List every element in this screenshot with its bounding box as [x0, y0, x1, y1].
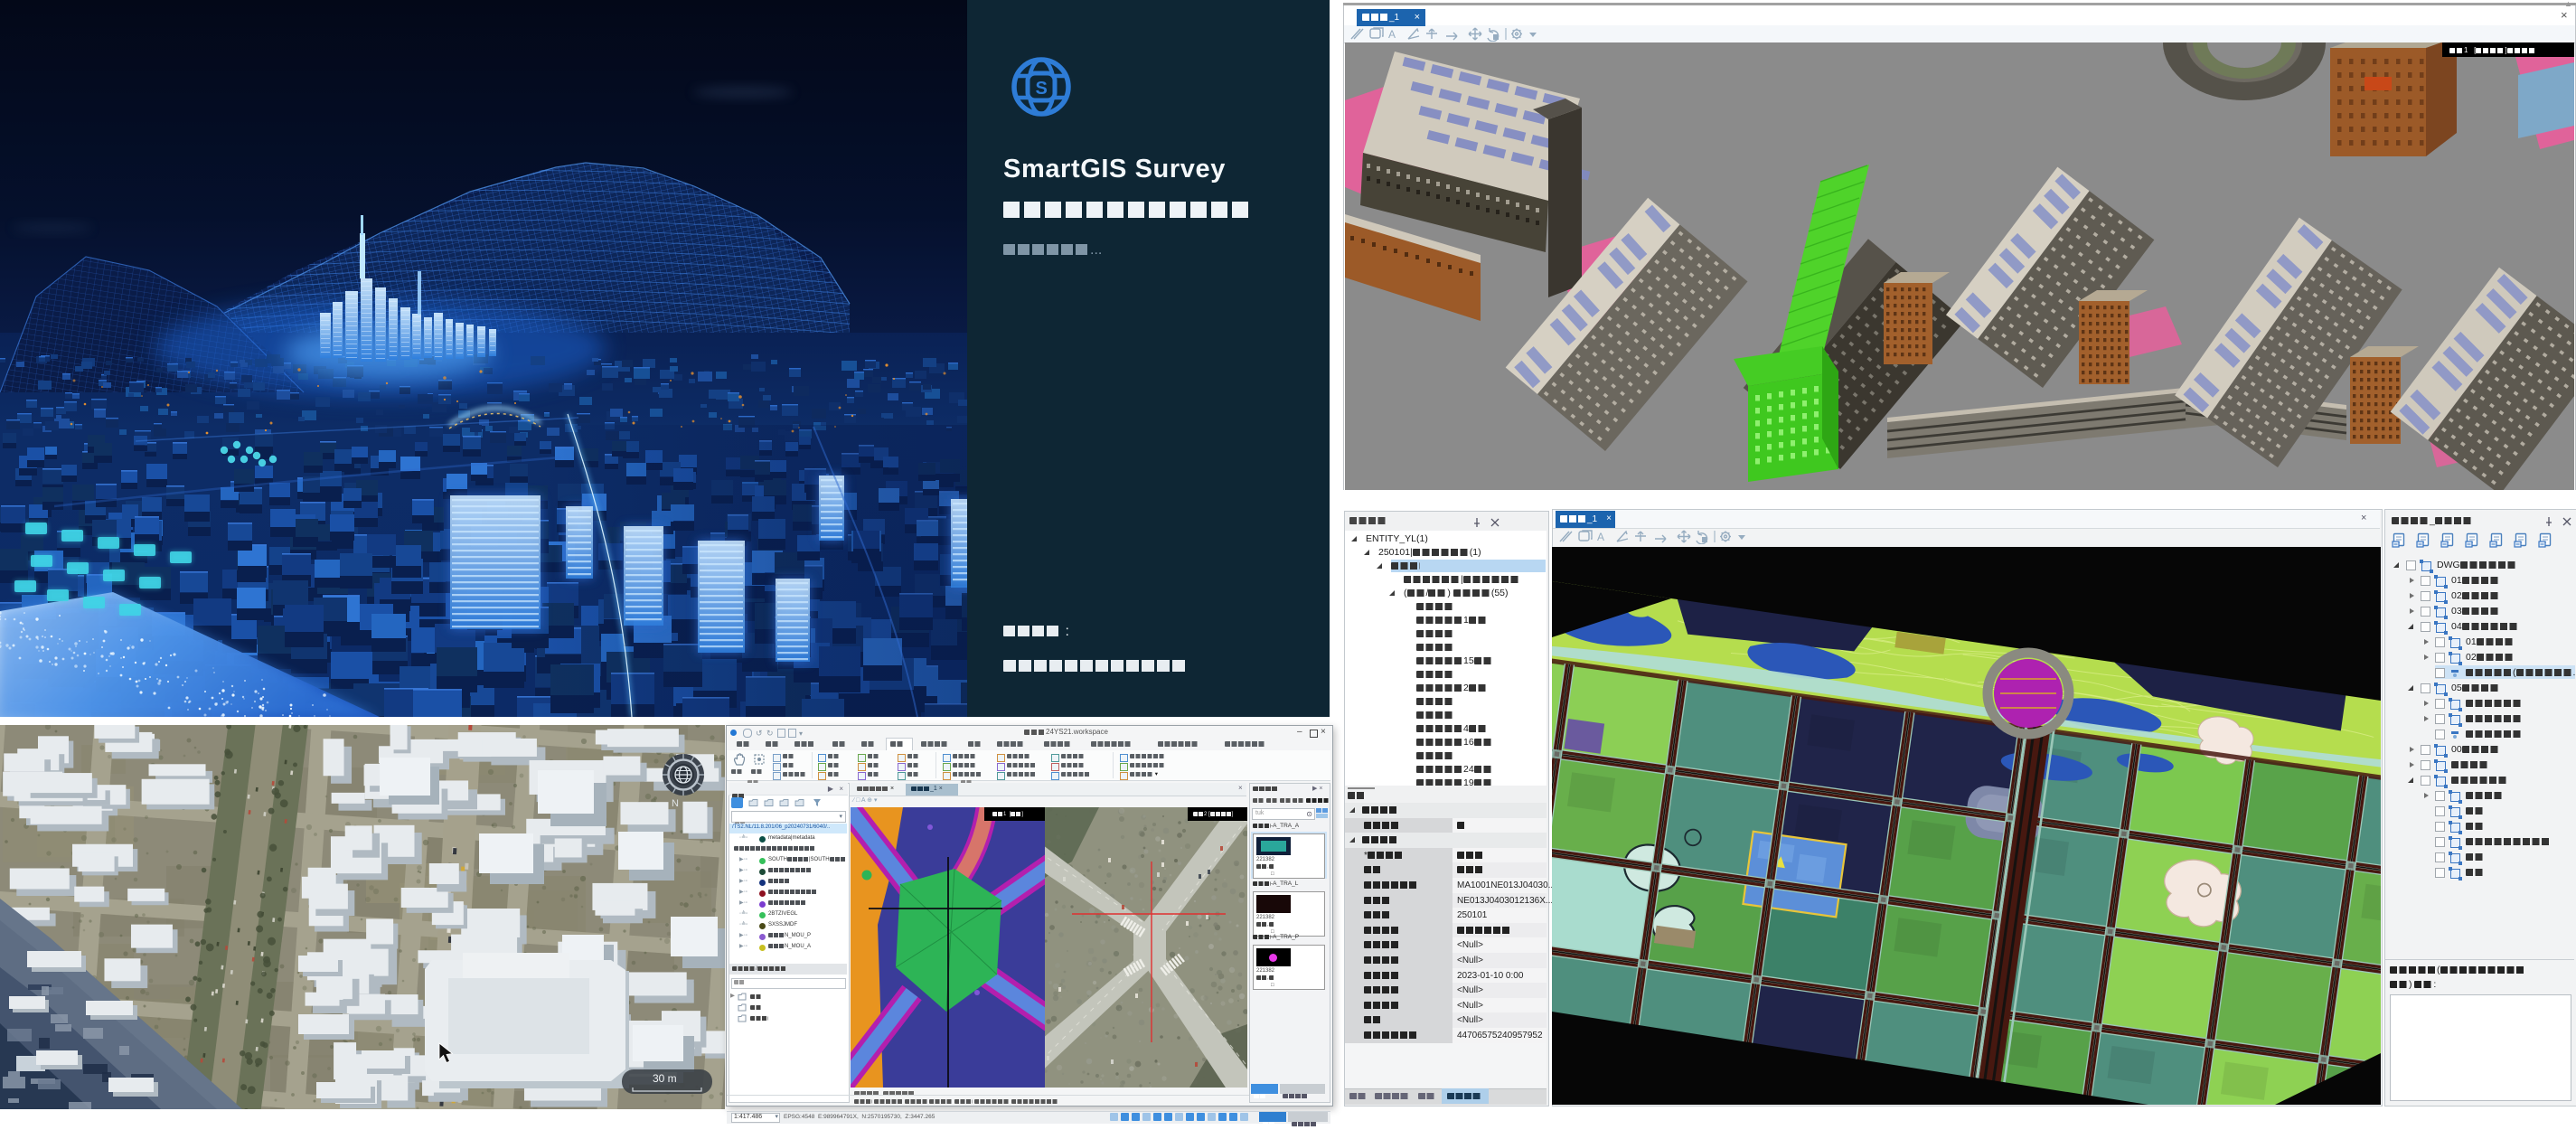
svg-text:30 m: 30 m [653, 1072, 677, 1085]
svg-text:S: S [1036, 79, 1048, 99]
svg-text:N: N [672, 798, 679, 809]
svg-text:A: A [1597, 531, 1604, 543]
svg-text:A: A [1388, 28, 1396, 41]
